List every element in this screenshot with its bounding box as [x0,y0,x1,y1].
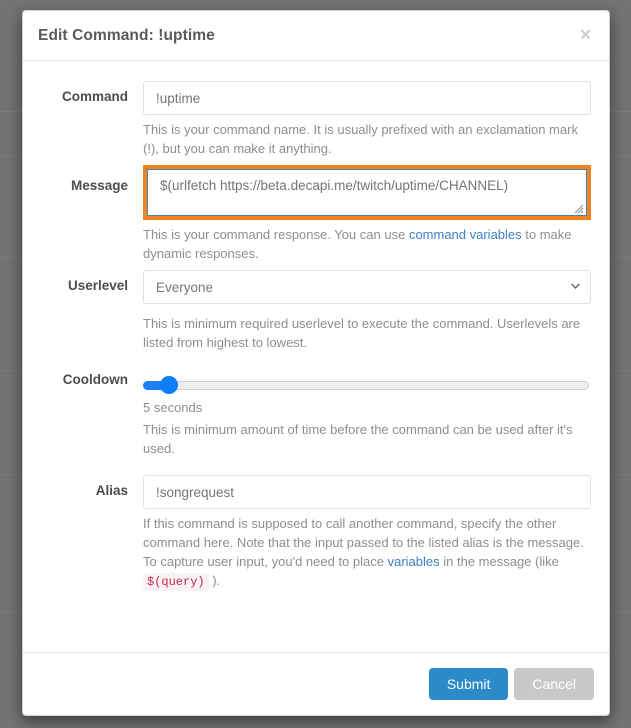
alias-input[interactable] [143,475,591,509]
query-variable-code: $(query) [143,573,209,591]
command-help-text: This is your command name. It is usually… [143,122,578,156]
command-variables-link[interactable]: command variables [409,227,522,242]
command-field-row: Command This is your command name. It is… [23,81,599,158]
modal-body: Command This is your command name. It is… [23,61,609,652]
alias-label: Alias [95,483,128,498]
userlevel-field-row: Userlevel Everyone This is minimum requi… [23,270,599,352]
modal-header: Edit Command: !uptime × [23,11,609,61]
message-textarea[interactable] [147,169,587,216]
submit-button[interactable]: Submit [428,668,509,700]
slider-track[interactable] [143,381,589,390]
cooldown-slider[interactable] [143,372,591,398]
userlevel-control: Everyone This is minimum required userle… [143,270,599,352]
cooldown-control: 5 seconds This is minimum amount of time… [143,368,599,458]
message-highlight-annotation [143,165,591,220]
message-help-text: This is your command response. You can u… [143,225,591,263]
cooldown-label: Cooldown [62,372,128,387]
message-textarea-holder [147,169,587,216]
userlevel-select[interactable]: Everyone [143,270,591,304]
cooldown-field-row: Cooldown 5 seconds This is minimum amoun… [23,368,599,458]
message-control: This is your command response. You can u… [143,165,599,263]
message-help-before: This is your command response. You can u… [143,227,409,242]
alias-field-row: Alias If this command is supposed to cal… [23,475,599,592]
alias-help-part2: in the message (like [439,554,559,569]
page-title: Edit Command: !uptime [38,26,215,44]
userlevel-select-wrap: Everyone [143,270,591,304]
alias-control: If this command is supposed to call anot… [143,475,599,592]
variables-link[interactable]: variables [388,554,440,569]
cooldown-value-text: 5 seconds [143,400,203,415]
command-input[interactable] [143,81,591,115]
cooldown-help-text: This is minimum amount of time before th… [143,422,573,456]
command-control: This is your command name. It is usually… [143,81,599,158]
alias-help-text: If this command is supposed to call anot… [143,514,591,592]
edit-command-modal: Edit Command: !uptime × Command This is … [22,10,610,716]
cancel-button[interactable]: Cancel [514,668,594,700]
modal-footer: Submit Cancel [23,652,609,715]
alias-help-part3: ). [208,573,221,588]
command-label: Command [61,89,128,104]
close-icon[interactable]: × [578,26,593,45]
message-field-row: Message This is your command response. Y… [23,165,599,263]
message-label: Message [70,178,128,193]
userlevel-help-text: This is minimum required userlevel to ex… [143,316,581,350]
slider-thumb[interactable] [160,376,178,394]
userlevel-label: Userlevel [67,278,128,293]
